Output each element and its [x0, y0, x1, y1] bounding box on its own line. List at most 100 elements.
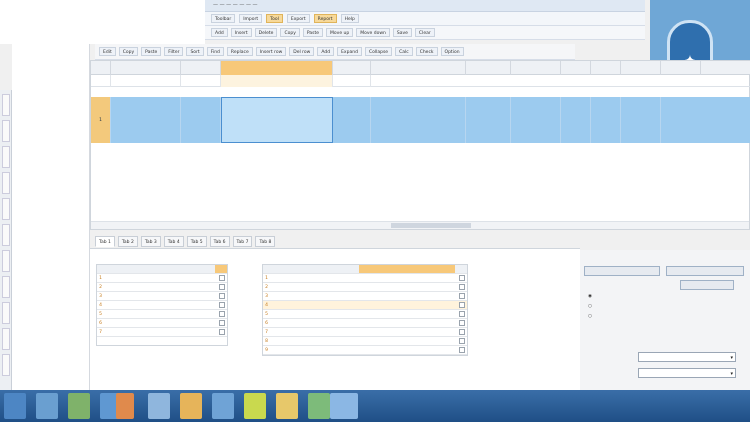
list-item[interactable]: 7: [97, 328, 227, 337]
grid-cell[interactable]: [181, 97, 221, 143]
toolbar-button[interactable]: Copy: [280, 28, 300, 37]
app-icon[interactable]: [276, 393, 298, 419]
tab-4[interactable]: Tab 4: [163, 236, 184, 247]
checkbox[interactable]: [459, 293, 465, 299]
list-item[interactable]: 9: [263, 346, 467, 355]
list-item[interactable]: 5: [263, 310, 467, 319]
row-index[interactable]: 1: [91, 97, 111, 143]
grid-cell[interactable]: [591, 97, 621, 143]
option-select-1[interactable]: ▾: [638, 352, 736, 362]
grid-toolbar-button[interactable]: Sort: [186, 47, 204, 56]
app-icon[interactable]: [308, 393, 330, 419]
grid-cell[interactable]: [511, 97, 561, 143]
filter-cell[interactable]: [181, 75, 221, 87]
vertical-tool-button[interactable]: [2, 276, 10, 298]
checkbox[interactable]: [459, 338, 465, 344]
list-item[interactable]: 3: [97, 292, 227, 301]
grid-toolbar-button[interactable]: Copy: [118, 47, 139, 56]
filter-cell[interactable]: [91, 75, 111, 87]
checkbox[interactable]: [459, 311, 465, 317]
toolbar-button[interactable]: Clear: [414, 28, 435, 37]
checkbox[interactable]: [219, 302, 225, 308]
toolbar-button[interactable]: Paste: [302, 28, 324, 37]
grid-toolbar-button[interactable]: Find: [206, 47, 224, 56]
option-button-1[interactable]: [584, 266, 660, 276]
list-item[interactable]: 8: [263, 337, 467, 346]
checkbox[interactable]: [459, 275, 465, 281]
ribbon-tab[interactable]: Tool: [266, 14, 283, 23]
column-header[interactable]: [91, 61, 111, 75]
checkbox[interactable]: [459, 302, 465, 308]
column-header[interactable]: [561, 61, 591, 75]
vertical-tool-button[interactable]: [2, 146, 10, 168]
checkbox[interactable]: [219, 275, 225, 281]
grid-cell[interactable]: [561, 97, 591, 143]
list-item[interactable]: 2: [97, 283, 227, 292]
ribbon-tab[interactable]: Import: [239, 14, 263, 23]
grid-toolbar-button[interactable]: Edit: [99, 47, 116, 56]
tab-3[interactable]: Tab 3: [140, 236, 161, 247]
app-icon[interactable]: [244, 393, 266, 419]
scroll-thumb[interactable]: [391, 223, 471, 228]
vertical-tool-button[interactable]: [2, 94, 10, 116]
vertical-tool-button[interactable]: [2, 224, 10, 246]
option-button-3[interactable]: [680, 280, 734, 290]
column-header[interactable]: [333, 61, 371, 75]
vertical-tool-button[interactable]: [2, 328, 10, 350]
grid-cell[interactable]: [111, 97, 181, 143]
checkbox[interactable]: [459, 329, 465, 335]
app-icon[interactable]: [180, 393, 202, 419]
grid-toolbar-button[interactable]: Expand: [337, 47, 362, 56]
filter-cell[interactable]: [221, 75, 333, 87]
filter-cell[interactable]: [371, 75, 750, 87]
app-icon[interactable]: [116, 393, 134, 419]
grid-cell[interactable]: [466, 97, 511, 143]
checkbox[interactable]: [219, 320, 225, 326]
vertical-tool-button[interactable]: [2, 198, 10, 220]
toolbar-button[interactable]: Add: [211, 28, 228, 37]
list-item[interactable]: 3: [263, 292, 467, 301]
ribbon-tab[interactable]: Help: [340, 14, 359, 23]
list-item[interactable]: 1: [97, 274, 227, 283]
grid-toolbar-button[interactable]: Del row: [289, 47, 315, 56]
list-item[interactable]: 6: [97, 319, 227, 328]
ribbon-tab[interactable]: Report: [313, 14, 337, 23]
column-header[interactable]: [181, 61, 221, 75]
option-select-2[interactable]: ▾: [638, 368, 736, 378]
grid-toolbar-button[interactable]: Option: [440, 47, 464, 56]
grid-toolbar-button[interactable]: Filter: [164, 47, 184, 56]
app-icon[interactable]: [212, 393, 234, 419]
tab-1[interactable]: Tab 1: [95, 236, 115, 247]
vertical-tool-button[interactable]: [2, 120, 10, 142]
column-header[interactable]: [701, 61, 750, 75]
ribbon-tab[interactable]: Toolbar: [211, 14, 236, 23]
tab-8[interactable]: Tab 8: [255, 236, 276, 247]
option-button-2[interactable]: [666, 266, 744, 276]
checkbox[interactable]: [219, 329, 225, 335]
checkbox[interactable]: [459, 320, 465, 326]
column-header[interactable]: [591, 61, 621, 75]
grid-toolbar-button[interactable]: Replace: [226, 47, 253, 56]
list-item[interactable]: 6: [263, 319, 467, 328]
radio-option-3[interactable]: ○: [588, 314, 592, 319]
tab-2[interactable]: Tab 2: [117, 236, 138, 247]
list-item-selected[interactable]: 4: [263, 301, 467, 310]
app-icon[interactable]: [330, 393, 358, 419]
checkbox[interactable]: [459, 284, 465, 290]
filter-cell[interactable]: [111, 75, 181, 87]
app-icon[interactable]: [68, 393, 90, 419]
column-header[interactable]: [111, 61, 181, 75]
toolbar-button[interactable]: Move down: [356, 28, 390, 37]
toolbar-button[interactable]: Save: [392, 28, 412, 37]
vertical-tool-button[interactable]: [2, 302, 10, 324]
ribbon-tab[interactable]: Export: [286, 14, 310, 23]
grid-toolbar-button[interactable]: Paste: [141, 47, 162, 56]
grid-cell[interactable]: [661, 97, 750, 143]
grid-cell[interactable]: [333, 97, 371, 143]
toolbar-button[interactable]: Insert: [230, 28, 252, 37]
column-header[interactable]: [466, 61, 511, 75]
column-header[interactable]: [661, 61, 701, 75]
grid-toolbar-button[interactable]: Insert row: [255, 47, 287, 56]
app-icon[interactable]: [148, 393, 170, 419]
tab-7[interactable]: Tab 7: [232, 236, 253, 247]
